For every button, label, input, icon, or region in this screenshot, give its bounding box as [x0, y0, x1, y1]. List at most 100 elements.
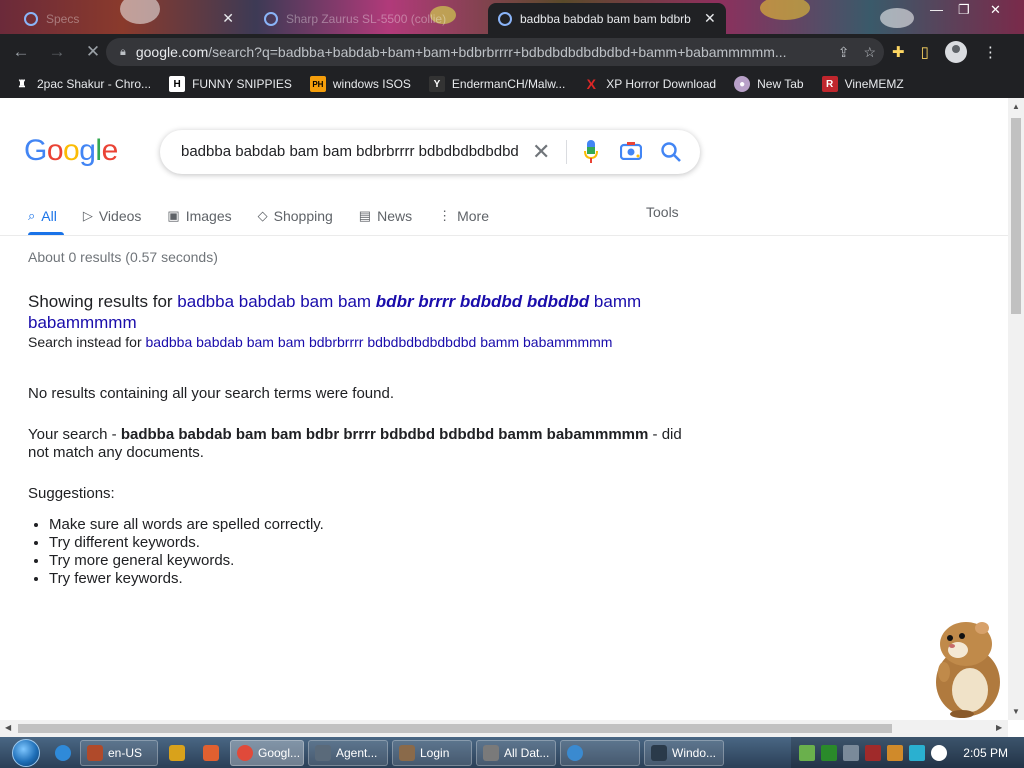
scrollbar-thumb[interactable]: [18, 724, 892, 733]
tray-display-icon[interactable]: [909, 744, 926, 761]
taskbar-clock[interactable]: 2:05 PM: [963, 746, 1008, 760]
bookmark-favicon-icon: PH: [309, 76, 326, 92]
scroll-up-arrow-icon[interactable]: ▲: [1012, 102, 1020, 111]
tray-app-icon[interactable]: [865, 744, 882, 761]
tab-images[interactable]: ▣ Images: [167, 204, 231, 228]
tab-sharp-zaurus[interactable]: Sharp Zaurus SL-5500 (collie): [254, 3, 484, 34]
divider: [0, 235, 1008, 236]
taskbar-label: Googl...: [258, 745, 301, 760]
taskbar-windows[interactable]: Windo...: [644, 739, 724, 766]
bookmark-xp-horror[interactable]: X XP Horror Download: [583, 76, 717, 92]
your-search-message: Your search - badbba babdab bam bam bdbr…: [28, 426, 688, 462]
browser-menu-icon[interactable]: ⋮: [983, 43, 998, 61]
back-arrow-icon[interactable]: ←: [6, 42, 36, 62]
scroll-left-arrow-icon[interactable]: ◀: [5, 723, 11, 732]
taskbar-chrome[interactable]: Googl...: [230, 739, 304, 766]
tab-label: Shopping: [273, 208, 333, 224]
share-icon[interactable]: ⇪: [838, 44, 850, 61]
url-path: /search?q=badbba+babdab+bam+bam+bdbrbrrr…: [208, 44, 787, 60]
tray-app-icon[interactable]: [821, 744, 838, 761]
chrome-icon: [237, 744, 253, 761]
taskbar-login[interactable]: Login: [392, 739, 472, 766]
google-logo[interactable]: Google: [24, 134, 118, 168]
system-tray: 2:05 PM: [791, 737, 1024, 768]
window-close-icon[interactable]: ✕: [990, 2, 1001, 18]
tab-google-search[interactable]: badbba babdab bam bam bdbrb ✕: [488, 3, 726, 34]
tab-label: Videos: [98, 208, 142, 224]
bookmark-new-tab[interactable]: ● New Tab: [734, 76, 804, 92]
horizontal-scrollbar[interactable]: ◀ ▶: [0, 720, 1008, 737]
tab-news[interactable]: ▤ News: [359, 204, 412, 228]
corrected-query-part: badbba babdab bam bam: [177, 292, 376, 311]
result-stats: About 0 results (0.57 seconds): [28, 249, 218, 265]
tab-close-icon[interactable]: ✕: [704, 10, 716, 27]
original-query-link[interactable]: badbba babdab bam bam bdbrbrrrr bdbdbdbd…: [146, 334, 613, 350]
tab-more[interactable]: ⋮ More: [438, 204, 489, 228]
suggestion-item: Try more general keywords.: [49, 552, 688, 570]
forward-arrow-icon[interactable]: →: [42, 42, 72, 62]
your-search-terms: badbba babdab bam bam bdbr brrrr bdbdbd …: [120, 426, 649, 443]
tab-title: Sharp Zaurus SL-5500 (collie): [286, 11, 447, 26]
taskbar-ie-icon[interactable]: [48, 740, 76, 766]
camera-lens-icon[interactable]: [620, 142, 642, 160]
clear-search-icon[interactable]: ✕: [532, 139, 550, 165]
bookmark-label: EndermanCH/Malw...: [451, 77, 566, 91]
tray-app-icon[interactable]: [843, 744, 860, 761]
showing-prefix: Showing results for: [28, 292, 178, 311]
taskbar-label: Agent...: [336, 745, 378, 760]
window-icon: [315, 744, 331, 761]
bookmark-windows-isos[interactable]: PH windows ISOS: [309, 76, 411, 92]
hamster-desktop-pet[interactable]: [918, 614, 1008, 718]
stop-loading-icon[interactable]: ✕: [78, 42, 108, 62]
taskbar-en-us[interactable]: en-US: [80, 739, 158, 766]
search-icon: ⌕: [28, 208, 36, 223]
tab-specs[interactable]: Specs ✕: [14, 3, 244, 34]
taskbar-media-player[interactable]: [162, 740, 192, 766]
image-icon: ▣: [167, 208, 180, 223]
tab-close-icon[interactable]: ✕: [222, 10, 234, 27]
tab-shopping[interactable]: ◇ Shopping: [258, 204, 333, 228]
minimize-icon[interactable]: —: [930, 2, 943, 17]
tray-network-icon[interactable]: [799, 744, 816, 761]
bookmark-2pac[interactable]: ♜ 2pac Shakur - Chro...: [14, 76, 152, 92]
no-results-message: No results containing all your search te…: [28, 385, 395, 402]
taskbar-globe[interactable]: [560, 739, 640, 766]
side-panel-icon[interactable]: ▯: [921, 43, 929, 61]
profile-avatar-icon[interactable]: [944, 41, 967, 63]
search-type-tabs: ⌕ All ▷ Videos ▣ Images ◇ Shopping ▤ New…: [28, 204, 515, 228]
scrollbar-thumb[interactable]: [1011, 118, 1021, 314]
scroll-down-arrow-icon[interactable]: ▼: [1012, 707, 1020, 716]
tab-videos[interactable]: ▷ Videos: [83, 204, 142, 228]
chrome-favicon-icon: [264, 11, 278, 26]
tray-volume-icon[interactable]: [931, 744, 948, 761]
tools-button[interactable]: Tools: [646, 204, 679, 220]
browser-toolbar: ← → ✕ 🔒︎ google.com/search?q=badbba+babd…: [0, 34, 1024, 70]
taskbar-agent[interactable]: Agent...: [308, 739, 388, 766]
bookmark-favicon-icon: X: [586, 76, 596, 92]
bookmark-funny-snippies[interactable]: H FUNNY SNIPPIES: [169, 76, 292, 92]
search-input[interactable]: badbba babdab bam bam bdbrbrrrr bdbdbdbd…: [181, 143, 519, 160]
search-icon[interactable]: [660, 141, 682, 163]
scroll-right-arrow-icon[interactable]: ▶: [996, 723, 1002, 732]
maximize-icon[interactable]: ❐: [958, 2, 970, 18]
globe-icon: [567, 744, 583, 761]
bookmark-star-icon[interactable]: ☆: [863, 44, 876, 61]
bookmark-label: 2pac Shakur - Chro...: [37, 77, 152, 91]
vertical-scrollbar[interactable]: ▲ ▼: [1008, 98, 1024, 720]
news-icon: ▤: [358, 208, 372, 223]
taskbar-app[interactable]: [196, 740, 226, 766]
tab-label: News: [377, 208, 413, 224]
address-bar[interactable]: 🔒︎ google.com/search?q=badbba+babdab+bam…: [106, 38, 884, 66]
start-button[interactable]: [8, 737, 44, 768]
bookmark-endermanch[interactable]: Y EndermanCH/Malw...: [428, 76, 566, 92]
corrected-query-emphasis: bdbr brrrr bdbdbd bdbdbd: [375, 292, 590, 311]
tray-app-icon[interactable]: [887, 744, 904, 761]
taskbar-all-data[interactable]: All Dat...: [476, 739, 556, 766]
search-divider: [566, 140, 567, 164]
bookmark-vinememz[interactable]: R VineMEMZ: [821, 76, 904, 92]
taskbar-label: Windo...: [672, 745, 717, 760]
microphone-icon[interactable]: [584, 140, 598, 164]
lock-icon: 🔒︎: [120, 45, 126, 58]
extensions-puzzle-icon[interactable]: ✚: [892, 43, 905, 61]
tab-all[interactable]: ⌕ All: [28, 204, 57, 228]
